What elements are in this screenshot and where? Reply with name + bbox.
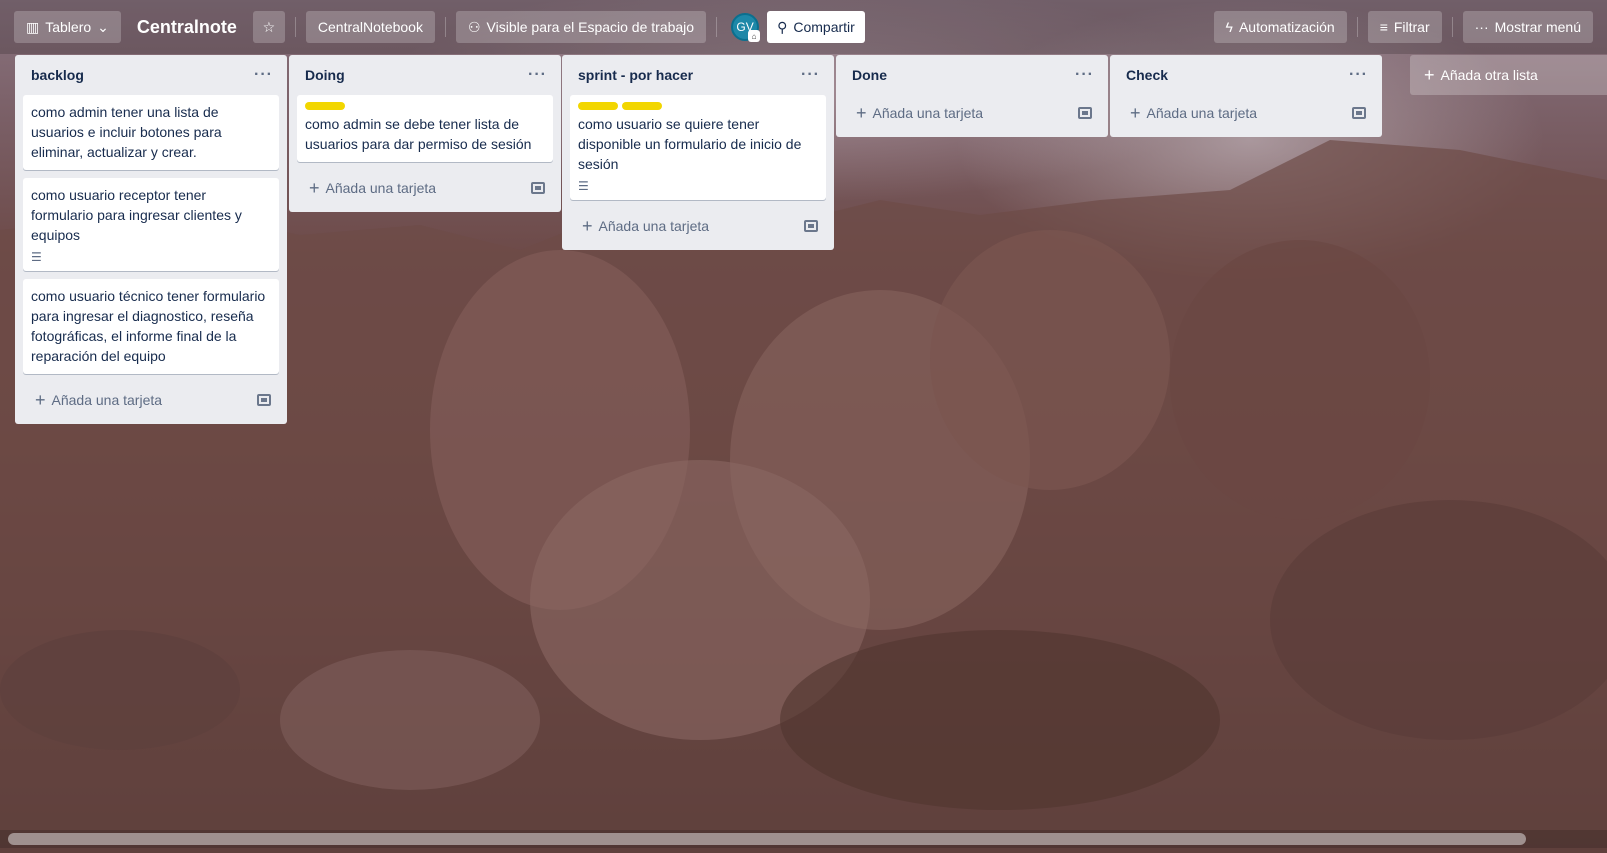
plus-icon: + [309,178,320,198]
add-list-label: Añada otra lista [1440,67,1538,83]
card-label-yellow[interactable] [305,102,345,110]
people-icon: ⚇ [467,18,481,35]
add-card-label: Añada una tarjeta [598,218,710,234]
plus-icon: + [856,103,867,123]
filter-label: Filtrar [1393,19,1430,35]
card[interactable]: como admin tener una lista de usuarios e… [23,95,279,170]
list-title[interactable]: Done [852,67,887,83]
avatar[interactable]: GV ⌂ [731,13,761,42]
card[interactable]: como admin se debe tener lista de usuari… [297,95,553,162]
automation-button[interactable]: ϟ Automatización [1213,11,1347,43]
add-card-button[interactable]: + Añada una tarjeta [844,95,1100,131]
template-icon[interactable] [257,394,271,406]
lightning-icon: ϟ [1225,19,1233,35]
card[interactable]: como usuario se quiere tener disponible … [570,95,826,200]
plus-icon: + [582,216,593,236]
template-icon[interactable] [531,182,545,194]
template-icon[interactable] [1352,107,1366,119]
add-list-button[interactable]: + Añada otra lista [1410,55,1607,95]
card[interactable]: como usuario técnico tener formulario pa… [23,279,279,374]
filter-button[interactable]: ≡ Filtrar [1367,11,1442,43]
show-menu-button[interactable]: ··· Mostrar menú [1462,11,1593,43]
board-header: ▥ Tablero ⌄ Centralnote ☆ CentralNoteboo… [0,0,1607,54]
board-icon: ▥ [26,18,40,35]
more-icon[interactable]: ··· [1349,66,1368,84]
more-icon[interactable]: ··· [1075,66,1094,84]
share-label: Compartir [793,19,855,35]
card-title: como usuario receptor tener formulario p… [31,187,242,243]
header-divider [294,17,296,37]
card[interactable]: como usuario receptor tener formulario p… [23,178,279,271]
visibility-label: Visible para el Espacio de trabajo [486,19,695,35]
add-person-icon: ⚲ [777,18,788,35]
description-icon: ☰ [578,179,589,193]
more-icon: ··· [1474,19,1489,35]
star-icon: ☆ [262,18,276,35]
card-labels [305,102,545,110]
chevron-down-icon: ⌄ [97,18,109,35]
add-card-button[interactable]: + Añada una tarjeta [570,208,826,244]
list-header[interactable]: sprint - por hacer ··· [562,55,834,95]
workspace-button[interactable]: CentralNotebook [305,11,435,43]
list-title[interactable]: backlog [31,67,84,83]
list-title[interactable]: Check [1126,67,1168,83]
more-icon[interactable]: ··· [801,66,820,84]
header-divider [1451,17,1453,37]
workspace-label: CentralNotebook [317,19,423,35]
view-switcher-button[interactable]: ▥ Tablero ⌄ [14,11,121,43]
more-icon[interactable]: ··· [528,66,547,84]
list-check: Check ··· + Añada una tarjeta [1110,55,1382,137]
add-card-button[interactable]: + Añada una tarjeta [23,382,279,418]
list-title[interactable]: sprint - por hacer [578,67,693,83]
card-title: como admin se debe tener lista de usuari… [305,116,532,152]
add-card-button[interactable]: + Añada una tarjeta [297,170,553,206]
filter-icon: ≡ [1379,19,1388,35]
card-title: como usuario se quiere tener disponible … [578,116,802,172]
add-card-label: Añada una tarjeta [1146,105,1258,121]
header-divider [1356,17,1358,37]
add-card-label: Añada una tarjeta [51,392,163,408]
template-icon[interactable] [804,220,818,232]
automation-label: Automatización [1238,19,1335,35]
show-menu-label: Mostrar menú [1494,19,1581,35]
plus-icon: + [1424,65,1435,85]
admin-badge-icon: ⌂ [748,30,761,42]
card-title: como usuario técnico tener formulario pa… [31,288,266,364]
more-icon[interactable]: ··· [254,66,273,84]
card-label-yellow[interactable] [578,102,618,110]
card-label-yellow[interactable] [622,102,662,110]
list-doing: Doing ··· como admin se debe tener lista… [289,55,561,212]
header-divider [444,17,446,37]
plus-icon: + [35,390,46,410]
description-icon: ☰ [31,250,42,264]
visibility-button[interactable]: ⚇ Visible para el Espacio de trabajo [455,11,707,43]
header-divider [716,17,718,37]
add-card-label: Añada una tarjeta [872,105,984,121]
add-card-button[interactable]: + Añada una tarjeta [1118,95,1374,131]
template-icon[interactable] [1078,107,1092,119]
list-header[interactable]: Check ··· [1110,55,1382,95]
list-header[interactable]: backlog ··· [15,55,287,95]
card-labels [578,102,818,110]
list-sprint: sprint - por hacer ··· como usuario se q… [562,55,834,250]
board-title[interactable]: Centralnote [129,17,245,38]
list-header[interactable]: Done ··· [836,55,1108,95]
plus-icon: + [1130,103,1141,123]
list-header[interactable]: Doing ··· [289,55,561,95]
card-title: como admin tener una lista de usuarios e… [31,104,222,160]
view-switcher-label: Tablero [45,19,92,35]
list-backlog: backlog ··· como admin tener una lista d… [15,55,287,424]
list-done: Done ··· + Añada una tarjeta [836,55,1108,137]
list-title[interactable]: Doing [305,67,345,83]
share-button[interactable]: ⚲ Compartir [767,11,865,43]
horizontal-scrollbar[interactable] [8,833,1526,845]
star-button[interactable]: ☆ [252,11,285,43]
add-card-label: Añada una tarjeta [325,180,437,196]
